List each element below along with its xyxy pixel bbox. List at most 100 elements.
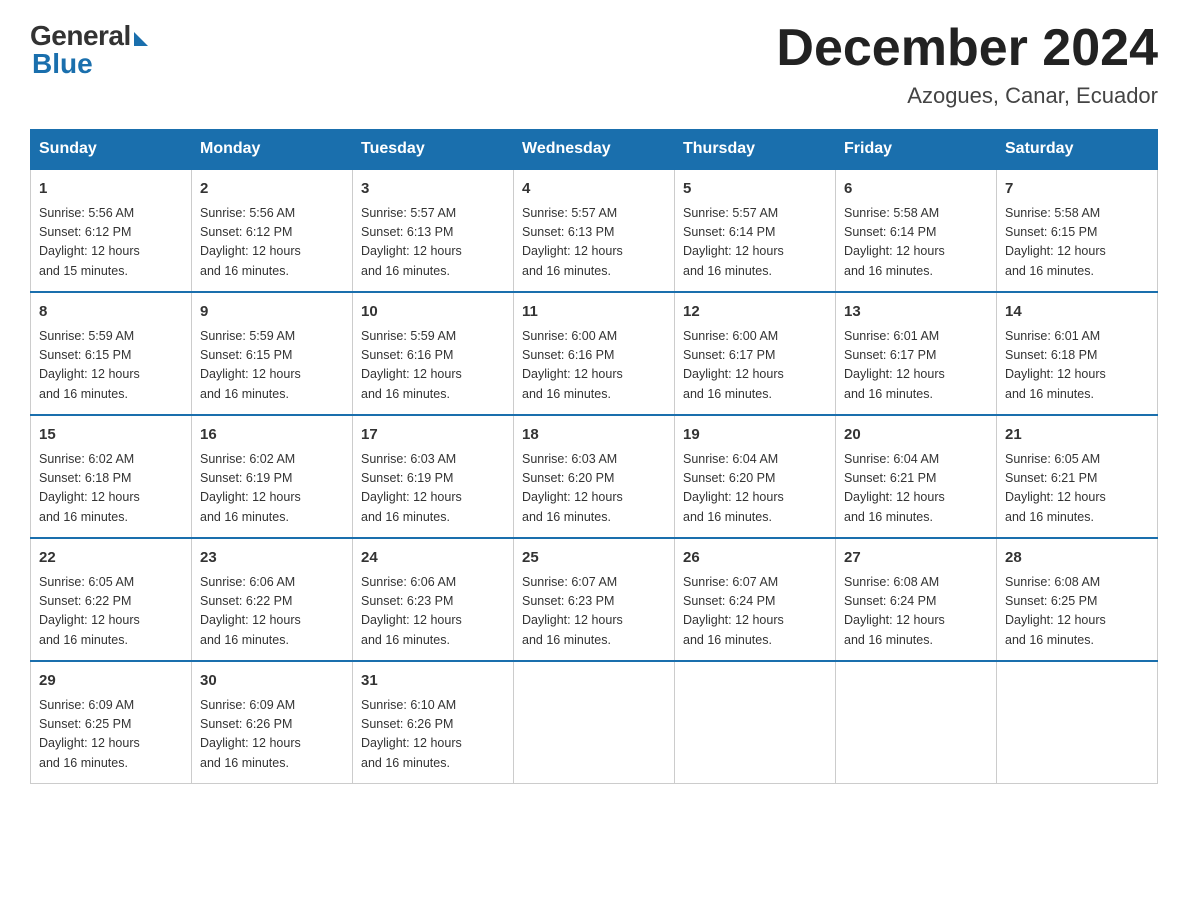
day-info: Sunrise: 5:58 AMSunset: 6:15 PMDaylight:… — [1005, 204, 1149, 282]
day-info: Sunrise: 5:57 AMSunset: 6:14 PMDaylight:… — [683, 204, 827, 282]
calendar-cell — [997, 661, 1158, 784]
calendar-week-row: 22Sunrise: 6:05 AMSunset: 6:22 PMDayligh… — [31, 538, 1158, 661]
calendar-cell: 26Sunrise: 6:07 AMSunset: 6:24 PMDayligh… — [675, 538, 836, 661]
logo-triangle-icon — [134, 32, 148, 46]
day-info: Sunrise: 6:06 AMSunset: 6:23 PMDaylight:… — [361, 573, 505, 651]
calendar-cell — [675, 661, 836, 784]
day-number: 19 — [683, 424, 827, 447]
day-number: 18 — [522, 424, 666, 447]
day-number: 23 — [200, 547, 344, 570]
day-number: 5 — [683, 178, 827, 201]
calendar-cell: 4 Sunrise: 5:57 AMSunset: 6:13 PMDaylight… — [514, 169, 675, 292]
day-number: 2 — [200, 178, 344, 201]
day-number: 6 — [844, 178, 988, 201]
day-number: 24 — [361, 547, 505, 570]
day-info: Sunrise: 5:59 AMSunset: 6:15 PMDaylight:… — [200, 327, 344, 405]
calendar-cell: 21 Sunrise: 6:05 AMSunset: 6:21 PMDayligh… — [997, 415, 1158, 538]
calendar-cell: 16 Sunrise: 6:02 AMSunset: 6:19 PMDayligh… — [192, 415, 353, 538]
calendar-week-row: 29 Sunrise: 6:09 AMSunset: 6:25 PMDayligh… — [31, 661, 1158, 784]
day-number: 13 — [844, 301, 988, 324]
calendar-week-row: 8 Sunrise: 5:59 AMSunset: 6:15 PMDaylight… — [31, 292, 1158, 415]
calendar-cell: 17Sunrise: 6:03 AMSunset: 6:19 PMDayligh… — [353, 415, 514, 538]
day-number: 11 — [522, 301, 666, 324]
day-info: Sunrise: 6:09 AMSunset: 6:25 PMDaylight:… — [39, 696, 183, 774]
day-info: Sunrise: 6:05 AMSunset: 6:21 PMDaylight:… — [1005, 450, 1149, 528]
calendar-cell: 25 Sunrise: 6:07 AMSunset: 6:23 PMDayligh… — [514, 538, 675, 661]
logo: General Blue — [30, 20, 148, 80]
calendar-cell: 19 Sunrise: 6:04 AMSunset: 6:20 PMDayligh… — [675, 415, 836, 538]
day-info: Sunrise: 6:02 AMSunset: 6:19 PMDaylight:… — [200, 450, 344, 528]
day-number: 28 — [1005, 547, 1149, 570]
calendar-cell: 3 Sunrise: 5:57 AMSunset: 6:13 PMDaylight… — [353, 169, 514, 292]
calendar-cell: 12Sunrise: 6:00 AMSunset: 6:17 PMDayligh… — [675, 292, 836, 415]
month-year-title: December 2024 — [776, 20, 1158, 77]
day-number: 29 — [39, 670, 183, 693]
calendar-cell: 1 Sunrise: 5:56 AMSunset: 6:12 PMDaylight… — [31, 169, 192, 292]
day-info: Sunrise: 6:07 AMSunset: 6:23 PMDaylight:… — [522, 573, 666, 651]
day-number: 9 — [200, 301, 344, 324]
calendar-cell — [514, 661, 675, 784]
day-info: Sunrise: 6:00 AMSunset: 6:16 PMDaylight:… — [522, 327, 666, 405]
day-number: 1 — [39, 178, 183, 201]
calendar-cell: 14 Sunrise: 6:01 AMSunset: 6:18 PMDayligh… — [997, 292, 1158, 415]
day-number: 7 — [1005, 178, 1149, 201]
calendar-cell: 23 Sunrise: 6:06 AMSunset: 6:22 PMDayligh… — [192, 538, 353, 661]
day-number: 17 — [361, 424, 505, 447]
day-info: Sunrise: 5:58 AMSunset: 6:14 PMDaylight:… — [844, 204, 988, 282]
day-info: Sunrise: 5:59 AMSunset: 6:16 PMDaylight:… — [361, 327, 505, 405]
day-number: 10 — [361, 301, 505, 324]
day-info: Sunrise: 5:56 AMSunset: 6:12 PMDaylight:… — [39, 204, 183, 282]
calendar-cell: 7 Sunrise: 5:58 AMSunset: 6:15 PMDaylight… — [997, 169, 1158, 292]
day-info: Sunrise: 5:57 AMSunset: 6:13 PMDaylight:… — [522, 204, 666, 282]
day-number: 8 — [39, 301, 183, 324]
day-number: 25 — [522, 547, 666, 570]
day-info: Sunrise: 6:08 AMSunset: 6:25 PMDaylight:… — [1005, 573, 1149, 651]
day-info: Sunrise: 5:57 AMSunset: 6:13 PMDaylight:… — [361, 204, 505, 282]
day-info: Sunrise: 6:03 AMSunset: 6:20 PMDaylight:… — [522, 450, 666, 528]
calendar-cell: 22Sunrise: 6:05 AMSunset: 6:22 PMDayligh… — [31, 538, 192, 661]
day-number: 20 — [844, 424, 988, 447]
calendar-week-row: 1 Sunrise: 5:56 AMSunset: 6:12 PMDaylight… — [31, 169, 1158, 292]
calendar-cell: 5 Sunrise: 5:57 AMSunset: 6:14 PMDaylight… — [675, 169, 836, 292]
day-number: 22 — [39, 547, 183, 570]
calendar-header-saturday: Saturday — [997, 130, 1158, 170]
day-number: 15 — [39, 424, 183, 447]
day-info: Sunrise: 6:10 AMSunset: 6:26 PMDaylight:… — [361, 696, 505, 774]
calendar-table: SundayMondayTuesdayWednesdayThursdayFrid… — [30, 129, 1158, 784]
calendar-week-row: 15 Sunrise: 6:02 AMSunset: 6:18 PMDayligh… — [31, 415, 1158, 538]
day-info: Sunrise: 6:01 AMSunset: 6:17 PMDaylight:… — [844, 327, 988, 405]
calendar-cell: 10 Sunrise: 5:59 AMSunset: 6:16 PMDayligh… — [353, 292, 514, 415]
calendar-cell: 29 Sunrise: 6:09 AMSunset: 6:25 PMDayligh… — [31, 661, 192, 784]
day-info: Sunrise: 6:04 AMSunset: 6:20 PMDaylight:… — [683, 450, 827, 528]
calendar-cell: 6 Sunrise: 5:58 AMSunset: 6:14 PMDaylight… — [836, 169, 997, 292]
day-info: Sunrise: 6:04 AMSunset: 6:21 PMDaylight:… — [844, 450, 988, 528]
day-number: 4 — [522, 178, 666, 201]
day-number: 30 — [200, 670, 344, 693]
calendar-cell — [836, 661, 997, 784]
calendar-cell: 8Sunrise: 5:59 AMSunset: 6:15 PMDaylight… — [31, 292, 192, 415]
calendar-header-thursday: Thursday — [675, 130, 836, 170]
location-subtitle: Azogues, Canar, Ecuador — [776, 83, 1158, 109]
title-block: December 2024 Azogues, Canar, Ecuador — [776, 20, 1158, 109]
calendar-cell: 28 Sunrise: 6:08 AMSunset: 6:25 PMDayligh… — [997, 538, 1158, 661]
day-info: Sunrise: 6:02 AMSunset: 6:18 PMDaylight:… — [39, 450, 183, 528]
day-info: Sunrise: 6:08 AMSunset: 6:24 PMDaylight:… — [844, 573, 988, 651]
calendar-header-monday: Monday — [192, 130, 353, 170]
calendar-header-tuesday: Tuesday — [353, 130, 514, 170]
calendar-cell: 27 Sunrise: 6:08 AMSunset: 6:24 PMDayligh… — [836, 538, 997, 661]
day-info: Sunrise: 6:06 AMSunset: 6:22 PMDaylight:… — [200, 573, 344, 651]
day-number: 16 — [200, 424, 344, 447]
calendar-cell: 20 Sunrise: 6:04 AMSunset: 6:21 PMDayligh… — [836, 415, 997, 538]
calendar-cell: 11 Sunrise: 6:00 AMSunset: 6:16 PMDayligh… — [514, 292, 675, 415]
calendar-header-wednesday: Wednesday — [514, 130, 675, 170]
day-info: Sunrise: 6:07 AMSunset: 6:24 PMDaylight:… — [683, 573, 827, 651]
calendar-cell: 13 Sunrise: 6:01 AMSunset: 6:17 PMDayligh… — [836, 292, 997, 415]
day-number: 3 — [361, 178, 505, 201]
day-info: Sunrise: 6:01 AMSunset: 6:18 PMDaylight:… — [1005, 327, 1149, 405]
day-number: 31 — [361, 670, 505, 693]
day-info: Sunrise: 6:00 AMSunset: 6:17 PMDaylight:… — [683, 327, 827, 405]
calendar-cell: 18 Sunrise: 6:03 AMSunset: 6:20 PMDayligh… — [514, 415, 675, 538]
day-number: 21 — [1005, 424, 1149, 447]
day-number: 14 — [1005, 301, 1149, 324]
day-number: 27 — [844, 547, 988, 570]
